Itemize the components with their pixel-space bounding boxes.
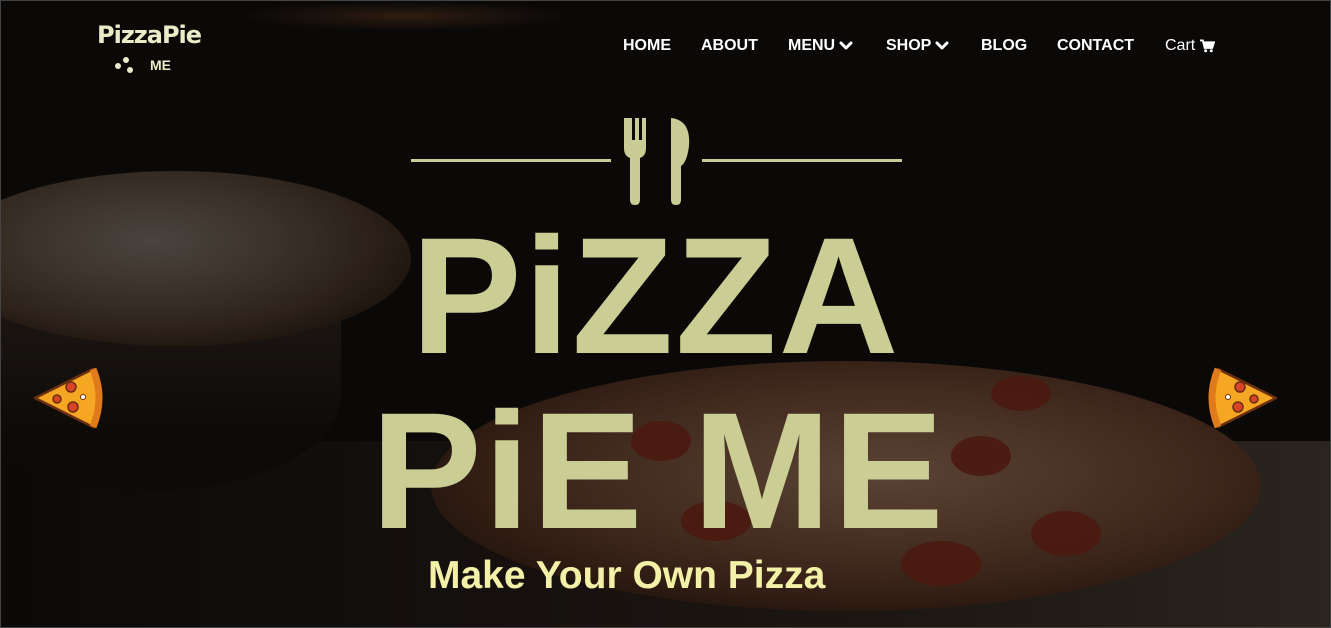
- nav-blog[interactable]: BLOG: [981, 37, 1027, 55]
- site-logo[interactable]: PizzaPie ME: [97, 19, 207, 79]
- nav-cart[interactable]: Cart: [1165, 37, 1216, 55]
- pepperoni: [1031, 511, 1101, 556]
- nav-menu-label: MENU: [788, 37, 836, 54]
- nav-cart-label: Cart: [1165, 37, 1196, 54]
- pizza-slice-left-icon[interactable]: [31, 365, 103, 431]
- nav-home-label: HOME: [623, 37, 671, 54]
- hero-tagline: Make Your Own Pizza: [428, 554, 826, 597]
- background-glow: [241, 1, 571, 31]
- chevron-down-icon: [839, 41, 853, 50]
- logo-text: PizzaPie: [97, 21, 202, 49]
- background-pizza-left: [1, 171, 411, 346]
- nav-about[interactable]: ABOUT: [701, 37, 758, 55]
- fork-knife-icon: [624, 118, 690, 205]
- nav-home[interactable]: HOME: [623, 37, 671, 55]
- nav-about-label: ABOUT: [701, 37, 758, 54]
- chevron-down-icon: [935, 41, 949, 50]
- divider-line-left: [411, 159, 611, 162]
- pepperoni: [991, 376, 1051, 411]
- hero-title-line2: PiE ME: [371, 379, 946, 564]
- nav-menu[interactable]: MENU: [788, 37, 853, 55]
- divider-line-right: [702, 159, 902, 162]
- logo-subtext: ME: [150, 57, 171, 73]
- hero-title-line1: PiZZA: [411, 204, 901, 389]
- nav-shop[interactable]: SHOP: [886, 37, 949, 55]
- nav-blog-label: BLOG: [981, 37, 1028, 54]
- nav-shop-label: SHOP: [886, 37, 932, 54]
- nav-contact-label: CONTACT: [1057, 37, 1135, 54]
- shopping-cart-icon: [1200, 39, 1216, 53]
- pepperoni: [951, 436, 1011, 476]
- hero-section: PizzaPie ME HOME ABOUT MENU SHOP BLOG CO…: [0, 0, 1331, 628]
- pizza-slice-right-icon[interactable]: [1208, 365, 1280, 431]
- nav-contact[interactable]: CONTACT: [1057, 37, 1134, 55]
